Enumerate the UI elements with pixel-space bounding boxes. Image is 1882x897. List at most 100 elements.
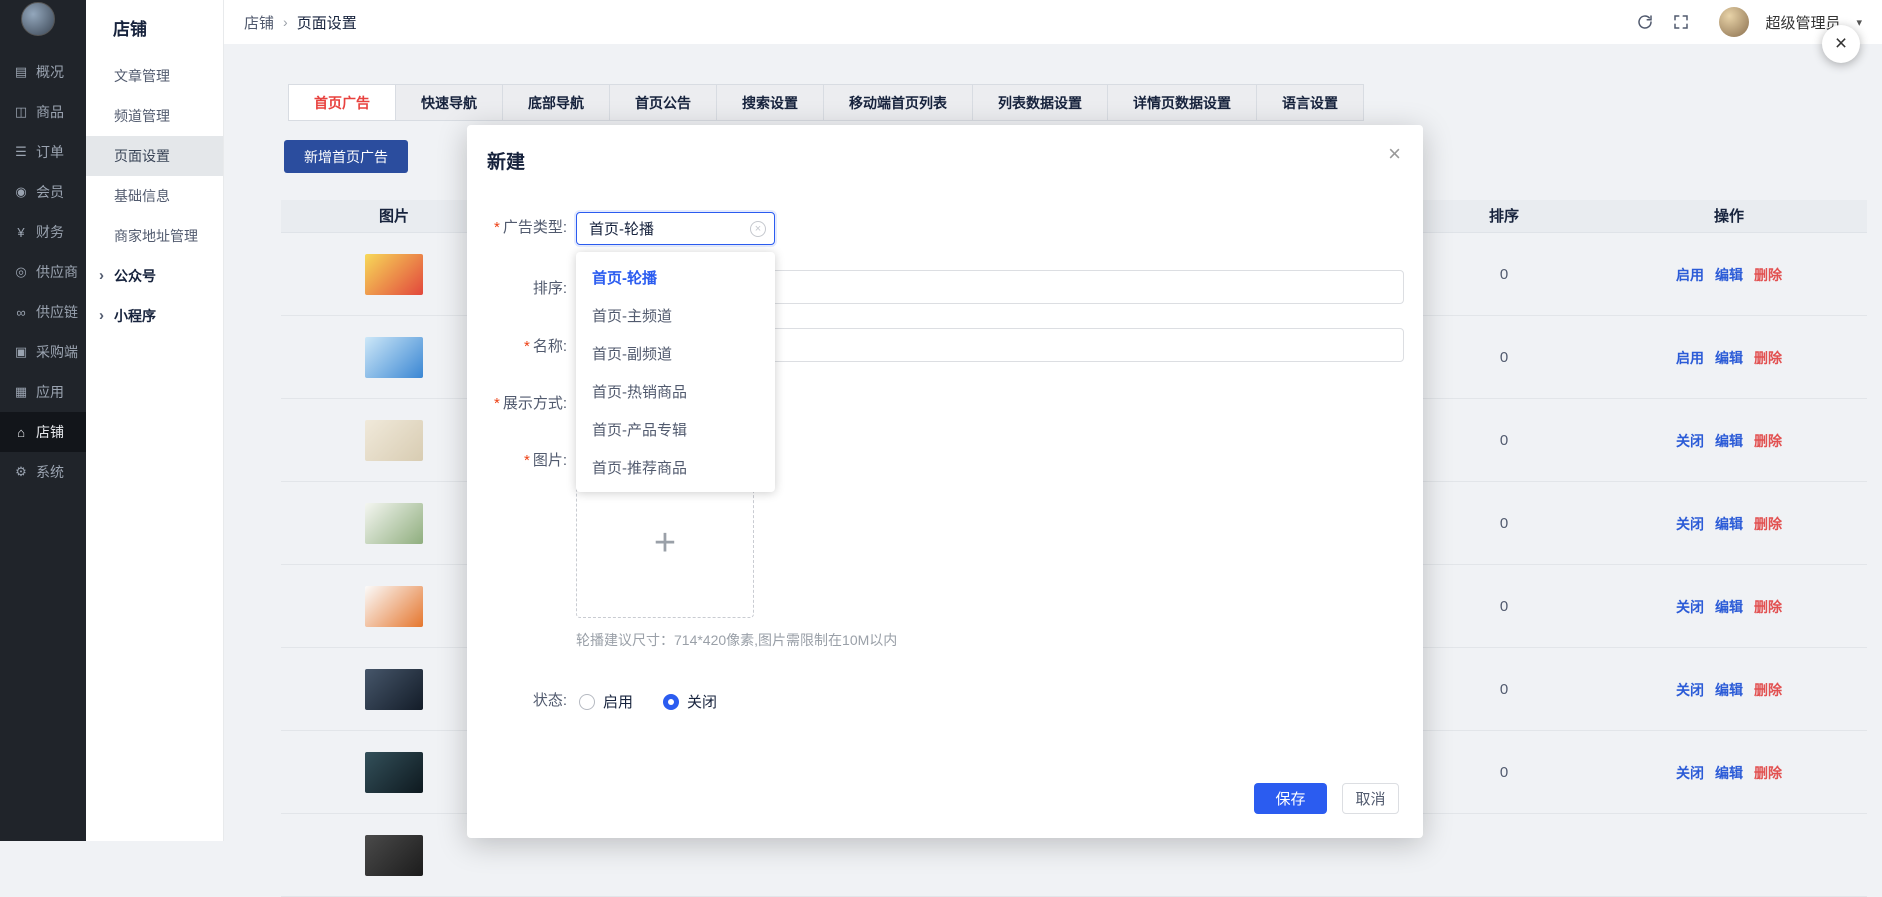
status-radio-group: 启用 关闭: [579, 691, 717, 712]
dropdown-option-sub-channel[interactable]: 首页-副频道: [576, 334, 775, 372]
sidebar-item-goods[interactable]: ◫商品: [0, 92, 86, 132]
ad-type-selected-value: 首页-轮播: [589, 218, 654, 239]
row-sort-value: 0: [1444, 731, 1564, 814]
close-icon[interactable]: ×: [1388, 143, 1401, 165]
dropdown-option-recommended-goods[interactable]: 首页-推荐商品: [576, 448, 775, 486]
fullscreen-icon[interactable]: [1671, 12, 1691, 32]
image-label: *图片:: [467, 451, 567, 471]
dropdown-option-main-channel[interactable]: 首页-主频道: [576, 296, 775, 334]
menu-group-official-account[interactable]: ›公众号: [86, 256, 223, 296]
status-label: 状态:: [467, 691, 567, 711]
tab-search-settings[interactable]: 搜索设置: [717, 84, 824, 121]
field-label: 状态:: [533, 692, 567, 709]
tab-mobile-home-list[interactable]: 移动端首页列表: [824, 84, 973, 121]
field-label: 图片:: [533, 452, 567, 469]
edit-link[interactable]: 编辑: [1715, 431, 1743, 451]
tab-home-notice[interactable]: 首页公告: [610, 84, 717, 121]
status-toggle-link[interactable]: 关闭: [1676, 680, 1704, 700]
sidebar-item-supply-chain[interactable]: ∞供应链: [0, 292, 86, 332]
radio-selected-icon: [663, 694, 679, 710]
dropdown-option-carousel[interactable]: 首页-轮播: [576, 258, 775, 296]
menu-group-mini-program[interactable]: ›小程序: [86, 296, 223, 336]
product-image: [365, 752, 423, 793]
status-toggle-link[interactable]: 关闭: [1676, 514, 1704, 534]
delete-link[interactable]: 删除: [1754, 265, 1782, 285]
sidebar-item-label: 采购端: [36, 342, 78, 362]
menu-item-article-management[interactable]: 文章管理: [86, 56, 223, 96]
sidebar-item-system[interactable]: ⚙ 系统: [0, 452, 86, 492]
sidebar-item-orders[interactable]: ☰订单: [0, 132, 86, 172]
add-home-ad-button[interactable]: 新增首页广告: [284, 140, 408, 173]
menu-item-basic-info[interactable]: 基础信息: [86, 176, 223, 216]
delete-link[interactable]: 删除: [1754, 514, 1782, 534]
page-close-button[interactable]: ×: [1822, 25, 1860, 63]
menu-item-page-settings[interactable]: 页面设置: [86, 136, 223, 176]
dropdown-option-hot-goods[interactable]: 首页-热销商品: [576, 372, 775, 410]
product-image: [365, 835, 423, 876]
secondary-sidebar: 店铺 文章管理 频道管理 页面设置 基础信息 商家地址管理 ›公众号 ›小程序: [86, 0, 224, 841]
ad-type-dropdown: 首页-轮播 首页-主频道 首页-副频道 首页-热销商品 首页-产品专辑 首页-推…: [576, 252, 775, 492]
sidebar-item-procurement[interactable]: ▣采购端: [0, 332, 86, 372]
delete-link[interactable]: 删除: [1754, 763, 1782, 783]
radio-label: 启用: [603, 691, 633, 712]
sidebar-item-finance[interactable]: ¥财务: [0, 212, 86, 252]
sidebar-item-label: 系统: [36, 462, 64, 482]
settings-tabs: 首页广告 快速导航 底部导航 首页公告 搜索设置 移动端首页列表 列表数据设置 …: [288, 84, 1364, 121]
tab-bottom-nav[interactable]: 底部导航: [503, 84, 610, 121]
cancel-button[interactable]: 取消: [1342, 783, 1399, 814]
status-toggle-link[interactable]: 启用: [1676, 265, 1704, 285]
sidebar-item-members[interactable]: ◉会员: [0, 172, 86, 212]
menu-item-channel-management[interactable]: 频道管理: [86, 96, 223, 136]
tab-language-settings[interactable]: 语言设置: [1257, 84, 1364, 121]
edit-link[interactable]: 编辑: [1715, 763, 1743, 783]
dropdown-option-product-album[interactable]: 首页-产品专辑: [576, 410, 775, 448]
chevron-right-icon: ›: [99, 256, 104, 296]
sidebar-item-overview[interactable]: ▤概况: [0, 52, 86, 92]
radio-enable[interactable]: 启用: [579, 691, 633, 712]
user-avatar[interactable]: [1719, 7, 1749, 37]
status-toggle-link[interactable]: 关闭: [1676, 763, 1704, 783]
sort-label: 排序:: [467, 279, 567, 299]
required-asterisk: *: [524, 452, 530, 469]
radio-label: 关闭: [687, 691, 717, 712]
field-label: 排序:: [533, 280, 567, 297]
refresh-icon[interactable]: [1635, 12, 1655, 32]
sidebar-item-apps[interactable]: ▦应用: [0, 372, 86, 412]
delete-link[interactable]: 删除: [1754, 348, 1782, 368]
sidebar-item-suppliers[interactable]: ◎供应商: [0, 252, 86, 292]
sidebar-item-label: 订单: [36, 142, 64, 162]
delete-link[interactable]: 删除: [1754, 431, 1782, 451]
tab-list-data-settings[interactable]: 列表数据设置: [973, 84, 1108, 121]
edit-link[interactable]: 编辑: [1715, 680, 1743, 700]
apps-icon: ▦: [13, 384, 29, 400]
status-toggle-link[interactable]: 关闭: [1676, 431, 1704, 451]
product-image: [365, 503, 423, 544]
tab-quick-nav[interactable]: 快速导航: [396, 84, 503, 121]
app-logo: [21, 2, 55, 36]
status-toggle-link[interactable]: 启用: [1676, 348, 1704, 368]
breadcrumb-root[interactable]: 店铺: [244, 12, 274, 33]
clear-icon[interactable]: ×: [750, 221, 766, 237]
system-icon: ⚙: [13, 464, 29, 480]
tab-home-ads[interactable]: 首页广告: [288, 84, 396, 121]
radio-disable[interactable]: 关闭: [663, 691, 717, 712]
sidebar-item-shop[interactable]: ⌂店铺: [0, 412, 86, 452]
name-label: *名称:: [467, 337, 567, 357]
delete-link[interactable]: 删除: [1754, 680, 1782, 700]
row-sort-value: 0: [1444, 565, 1564, 648]
supply-chain-icon: ∞: [13, 305, 29, 320]
edit-link[interactable]: 编辑: [1715, 265, 1743, 285]
row-sort-value: 0: [1444, 233, 1564, 316]
menu-item-merchant-address[interactable]: 商家地址管理: [86, 216, 223, 256]
shop-icon: ⌂: [13, 425, 29, 440]
tab-detail-data-settings[interactable]: 详情页数据设置: [1108, 84, 1257, 121]
edit-link[interactable]: 编辑: [1715, 348, 1743, 368]
status-toggle-link[interactable]: 关闭: [1676, 597, 1704, 617]
edit-link[interactable]: 编辑: [1715, 514, 1743, 534]
chevron-down-icon[interactable]: ▾: [1856, 16, 1862, 29]
ad-type-select[interactable]: 首页-轮播 ×: [576, 212, 775, 245]
delete-link[interactable]: 删除: [1754, 597, 1782, 617]
save-button[interactable]: 保存: [1254, 783, 1327, 814]
edit-link[interactable]: 编辑: [1715, 597, 1743, 617]
column-header-sort: 排序: [1444, 200, 1564, 233]
